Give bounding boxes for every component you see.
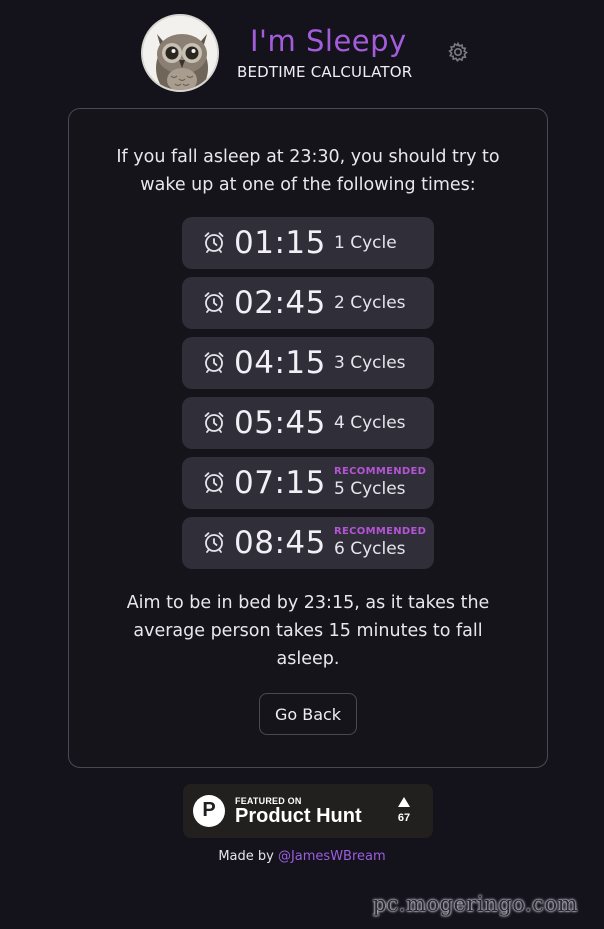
wake-times-list: 01:15 1 Cycle 02:45 2 Cycles 04:15 3 Cyc…: [182, 217, 434, 577]
site-watermark: pc.mogeringo.com: [372, 892, 578, 916]
wake-time-option[interactable]: 04:15 3 Cycles: [182, 337, 434, 389]
recommended-badge: RECOMMENDED: [334, 526, 427, 537]
owl-icon: [143, 16, 217, 90]
upvote-count: 67: [397, 812, 411, 824]
cycle-count: 5 Cycles: [334, 479, 406, 499]
alarm-clock-icon: [204, 292, 224, 313]
alarm-clock-icon: [204, 412, 224, 433]
wake-time: 01:15: [234, 225, 326, 261]
product-hunt-logo-icon: P: [193, 795, 225, 827]
cycle-count: 1 Cycle: [334, 233, 397, 253]
wake-time-option[interactable]: 02:45 2 Cycles: [182, 277, 434, 329]
wake-time-option[interactable]: 07:15 RECOMMENDED 5 Cycles: [182, 457, 434, 509]
advice-line: asleep.: [276, 649, 340, 669]
advice-line: Aim to be in bed by 23:15, as it takes t…: [126, 593, 490, 613]
advice-line: average person takes 15 minutes to fall: [133, 621, 483, 641]
app-title: I'm Sleepy: [250, 24, 407, 58]
alarm-clock-icon: [204, 532, 224, 553]
cycle-count: 4 Cycles: [334, 413, 406, 433]
bedtime-advice: Aim to be in bed by 23:15, as it takes t…: [69, 589, 547, 673]
app-subtitle: BEDTIME CALCULATOR: [237, 63, 413, 81]
results-card: If you fall asleep at 23:30, you should …: [68, 108, 548, 768]
made-by-label: Made by: [218, 849, 274, 864]
wake-time: 04:15: [234, 345, 326, 381]
wake-time: 05:45: [234, 405, 326, 441]
gear-icon[interactable]: [447, 41, 469, 63]
cycle-count: 3 Cycles: [334, 353, 406, 373]
wake-time: 08:45: [234, 525, 326, 561]
wake-time: 07:15: [234, 465, 326, 501]
intro-line: wake up at one of the following times:: [140, 175, 476, 195]
alarm-clock-icon: [204, 232, 224, 253]
app-header: I'm Sleepy BEDTIME CALCULATOR: [0, 12, 604, 96]
recommended-badge: RECOMMENDED: [334, 466, 427, 477]
wake-time-option[interactable]: 08:45 RECOMMENDED 6 Cycles: [182, 517, 434, 569]
author-link[interactable]: @JamesWBream: [278, 849, 386, 864]
wake-time: 02:45: [234, 285, 326, 321]
upvote-arrow-icon: [398, 797, 410, 807]
product-hunt-logo-letter: P: [202, 799, 216, 821]
alarm-clock-icon: [204, 352, 224, 373]
alarm-clock-icon: [204, 472, 224, 493]
ph-name: Product Hunt: [235, 805, 362, 827]
intro-text: If you fall asleep at 23:30, you should …: [69, 143, 547, 199]
cycle-count: 2 Cycles: [334, 293, 406, 313]
wake-time-option[interactable]: 05:45 4 Cycles: [182, 397, 434, 449]
footer-credit: Made by @JamesWBream: [0, 849, 604, 864]
product-hunt-badge[interactable]: P FEATURED ON Product Hunt 67: [183, 784, 433, 838]
go-back-button[interactable]: Go Back: [259, 693, 357, 735]
cycle-count: 6 Cycles: [334, 539, 406, 559]
owl-avatar: [141, 14, 219, 92]
wake-time-option[interactable]: 01:15 1 Cycle: [182, 217, 434, 269]
intro-line: If you fall asleep at 23:30, you should …: [116, 147, 500, 167]
